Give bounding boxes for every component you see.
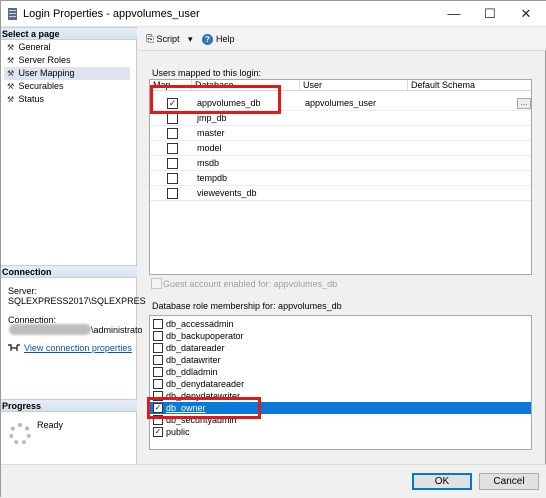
database-cell: model — [197, 143, 222, 153]
page-item-general[interactable]: ⚒ General — [7, 41, 51, 54]
list-item[interactable]: db_datawriter — [150, 354, 531, 366]
role-membership-label: Database role membership for: appvolumes… — [152, 301, 342, 311]
role-label: db_denydatareader — [166, 379, 245, 389]
sidebar: Select a page ⚒ General ⚒ Server Roles ⚒… — [1, 27, 146, 464]
table-row[interactable]: msdb — [150, 156, 531, 171]
map-checkbox[interactable] — [167, 143, 178, 154]
help-label: Help — [216, 34, 235, 44]
login-properties-window: Login Properties - appvolumes_user — ☐ ✕… — [0, 0, 546, 498]
map-checkbox[interactable] — [167, 173, 178, 184]
title-bar: Login Properties - appvolumes_user — ☐ ✕ — [1, 1, 546, 27]
page-item-server-roles[interactable]: ⚒ Server Roles — [7, 54, 71, 67]
connection-icon — [7, 343, 21, 353]
guest-account-label: Guest account enabled for: appvolumes_db — [163, 279, 338, 289]
cancel-button[interactable]: Cancel — [479, 473, 539, 490]
page-item-label: User Mapping — [18, 68, 75, 78]
table-row[interactable]: viewevents_db — [150, 186, 531, 201]
wrench-icon: ⚒ — [7, 56, 15, 65]
table-row[interactable]: master — [150, 126, 531, 141]
role-label: db_datareader — [166, 343, 225, 353]
role-checkbox[interactable] — [153, 367, 163, 377]
users-mapped-label: Users mapped to this login: — [152, 68, 262, 78]
role-checkbox[interactable] — [153, 331, 163, 341]
role-checkbox[interactable] — [153, 319, 163, 329]
role-checkbox[interactable] — [153, 355, 163, 365]
role-label: db_datawriter — [166, 355, 221, 365]
help-icon: ? — [202, 34, 213, 46]
page-item-label: General — [18, 42, 51, 52]
chevron-down-icon[interactable]: ▾ — [188, 34, 193, 44]
highlight-box — [147, 397, 261, 419]
help-button[interactable]: ? Help — [202, 33, 235, 46]
page-item-label: Securables — [18, 81, 64, 91]
role-checkbox[interactable]: ✓ — [153, 427, 163, 437]
script-label: Script — [156, 34, 180, 44]
page-item-label: Status — [18, 94, 45, 104]
database-cell: viewevents_db — [197, 188, 257, 198]
schema-cell[interactable] — [410, 96, 413, 111]
role-label: db_ddladmin — [166, 367, 218, 377]
page-item-user-mapping[interactable]: ⚒ User Mapping — [4, 67, 130, 80]
script-icon: ⎘ — [146, 34, 154, 45]
close-button[interactable]: ✕ — [511, 6, 541, 22]
table-row[interactable]: model — [150, 141, 531, 156]
server-value: SQLEXPRESS2017\SQLEXPRES — [8, 296, 146, 306]
map-checkbox[interactable] — [167, 128, 178, 139]
list-item[interactable]: db_datareader — [150, 342, 531, 354]
role-membership-list: db_accessadmin db_backupoperator db_data… — [149, 315, 532, 450]
role-label: public — [166, 427, 190, 437]
role-label: db_accessadmin — [166, 319, 234, 329]
role-checkbox[interactable] — [153, 343, 163, 353]
redacted-connection — [9, 324, 91, 335]
maximize-button[interactable]: ☐ — [475, 6, 505, 22]
role-label: db_backupoperator — [166, 331, 244, 341]
ok-button[interactable]: OK — [412, 473, 472, 490]
map-checkbox[interactable] — [167, 113, 178, 124]
list-item[interactable]: db_backupoperator — [150, 330, 531, 342]
page-item-securables[interactable]: ⚒ Securables — [7, 80, 64, 93]
progress-header: Progress — [1, 399, 137, 412]
list-item[interactable]: ✓ public — [150, 426, 531, 438]
connection-value: \administrato — [91, 325, 143, 335]
view-connection-properties-link[interactable]: View connection properties — [24, 343, 132, 354]
list-item[interactable]: db_denydatareader — [150, 378, 531, 390]
database-cell: msdb — [197, 158, 220, 168]
database-cell: master — [197, 128, 225, 138]
table-row[interactable]: tempdb — [150, 171, 531, 186]
highlight-box — [150, 85, 281, 114]
minimize-button[interactable]: — — [439, 6, 469, 22]
map-checkbox[interactable] — [167, 158, 178, 169]
user-cell[interactable]: appvolumes_user — [302, 96, 376, 111]
list-item[interactable]: db_ddladmin — [150, 366, 531, 378]
window-title: Login Properties - appvolumes_user — [23, 8, 200, 20]
progress-status: Ready — [37, 420, 64, 430]
guest-account-checkbox — [151, 278, 162, 289]
script-button[interactable]: ⎘ Script ▾ — [146, 33, 193, 46]
wrench-icon: ⚒ — [7, 43, 15, 52]
list-item[interactable]: db_accessadmin — [150, 318, 531, 330]
wrench-icon: ⚒ — [7, 95, 15, 104]
wrench-icon: ⚒ — [7, 69, 15, 78]
column-header-default-schema[interactable]: Default Schema — [408, 80, 531, 91]
spinner-icon — [9, 423, 31, 445]
map-checkbox[interactable] — [167, 188, 178, 199]
role-checkbox[interactable] — [153, 379, 163, 389]
browse-schema-button[interactable]: ... — [517, 98, 531, 109]
database-cell: tempdb — [197, 173, 228, 183]
sql-server-icon — [7, 8, 18, 20]
select-page-header: Select a page — [1, 27, 137, 40]
page-item-status[interactable]: ⚒ Status — [7, 93, 44, 106]
connection-header: Connection — [1, 265, 137, 278]
wrench-icon: ⚒ — [7, 82, 15, 91]
column-header-user[interactable]: User — [300, 80, 408, 91]
toolbar: ⎘ Script ▾ ? Help — [138, 27, 546, 51]
page-item-label: Server Roles — [18, 55, 71, 65]
